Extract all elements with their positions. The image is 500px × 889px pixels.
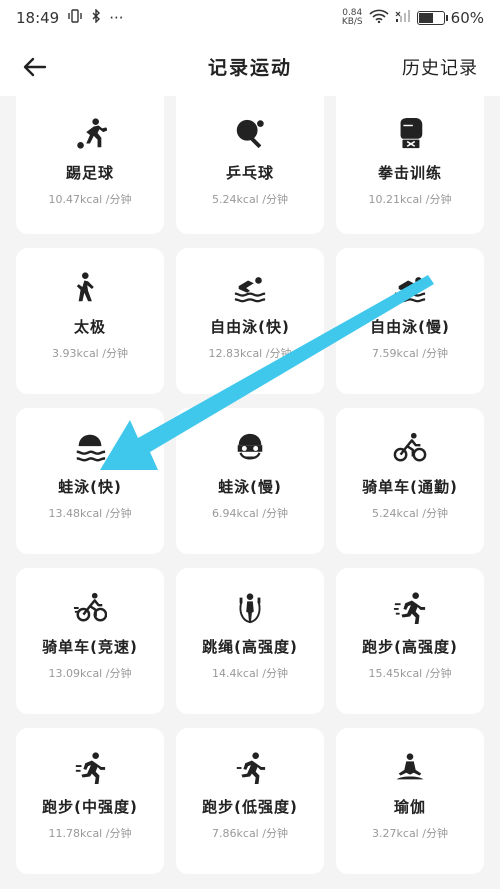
boxing-glove-icon [392,116,428,152]
activity-card[interactable]: 自由泳(快) 12.83kcal /分钟 [176,248,324,394]
activity-name: 乒乓球 [225,164,274,182]
activity-card[interactable]: 跑步(高强度) 15.45kcal /分钟 [336,568,484,714]
status-bar: 18:49 ··· 0.84 KB/S 60% [0,0,500,36]
battery-icon [416,11,448,25]
wifi-icon [369,9,389,27]
activity-card[interactable]: 拳击训练 10.21kcal /分钟 [336,96,484,234]
activity-card[interactable]: 骑单车(通勤) 5.24kcal /分钟 [336,408,484,554]
activity-kcal-rate: 7.86kcal /分钟 [212,827,288,840]
activity-kcal-rate: 13.09kcal /分钟 [48,667,132,680]
activity-name: 蛙泳(慢) [218,478,282,496]
activity-name: 自由泳(快) [210,318,290,336]
activity-kcal-rate: 15.45kcal /分钟 [368,667,452,680]
breaststroke-icon [72,430,108,466]
back-button[interactable] [18,50,52,84]
cycling-icon [392,430,428,466]
yoga-icon [392,750,428,786]
bluetooth-icon [91,8,101,27]
activity-name: 骑单车(竞速) [42,638,138,656]
activity-kcal-rate: 10.21kcal /分钟 [368,193,452,206]
activity-kcal-rate: 5.24kcal /分钟 [212,193,288,206]
activity-name: 跑步(高强度) [362,638,458,656]
activity-kcal-rate: 3.93kcal /分钟 [52,347,128,360]
activity-name: 自由泳(慢) [370,318,450,336]
activity-card[interactable]: 跑步(低强度) 7.86kcal /分钟 [176,728,324,874]
activity-kcal-rate: 7.59kcal /分钟 [372,347,448,360]
freestyle-swim-icon [392,270,428,306]
activity-card[interactable]: 骑单车(竞速) 13.09kcal /分钟 [16,568,164,714]
back-arrow-icon [23,57,47,77]
soccer-icon [72,116,108,152]
activity-name: 踢足球 [65,164,114,182]
activity-kcal-rate: 13.48kcal /分钟 [48,507,132,520]
activity-card[interactable]: 跳绳(高强度) 14.4kcal /分钟 [176,568,324,714]
freestyle-swim-icon [232,270,268,306]
jump-rope-icon [232,590,268,626]
fast-cycling-icon [72,590,108,626]
activity-name: 跳绳(高强度) [202,638,298,656]
activity-kcal-rate: 5.24kcal /分钟 [372,507,448,520]
activity-name: 蛙泳(快) [58,478,122,496]
activity-card[interactable]: 跑步(中强度) 11.78kcal /分钟 [16,728,164,874]
tai-chi-icon [72,270,108,306]
activity-kcal-rate: 12.83kcal /分钟 [208,347,292,360]
activity-card[interactable]: 蛙泳(慢) 6.94kcal /分钟 [176,408,324,554]
activity-card[interactable]: 踢足球 10.47kcal /分钟 [16,96,164,234]
header: 记录运动 历史记录 [0,36,500,96]
battery-fill [418,13,433,23]
activity-name: 跑步(低强度) [202,798,298,816]
status-time: 18:49 [16,9,60,27]
activity-name: 瑜伽 [393,798,426,816]
activity-name: 太极 [73,318,106,336]
activity-kcal-rate: 6.94kcal /分钟 [212,507,288,520]
running-medium-icon [72,750,108,786]
activity-grid: 踢足球 10.47kcal /分钟 乒乓球 5.24kcal /分钟 拳击训练 10.21… [16,96,486,874]
activity-kcal-rate: 11.78kcal /分钟 [48,827,132,840]
vibrate-icon [67,9,83,27]
battery-percent: 60% [450,9,484,27]
status-right: 0.84 KB/S 60% [342,9,484,28]
running-slow-icon [232,750,268,786]
activity-name: 跑步(中强度) [42,798,138,816]
network-speed: 0.84 KB/S [342,9,363,27]
status-dots: ··· [109,9,124,27]
activity-card[interactable]: 乒乓球 5.24kcal /分钟 [176,96,324,234]
activity-name: 拳击训练 [377,164,442,182]
activity-card[interactable]: 瑜伽 3.27kcal /分钟 [336,728,484,874]
status-left: 18:49 ··· [16,8,124,27]
ping-pong-icon [232,116,268,152]
activity-card[interactable]: 太极 3.93kcal /分钟 [16,248,164,394]
signal-icon [395,9,411,27]
activity-card[interactable]: 蛙泳(快) 13.48kcal /分钟 [16,408,164,554]
activity-kcal-rate: 14.4kcal /分钟 [212,667,288,680]
activity-name: 骑单车(通勤) [362,478,458,496]
network-speed-unit: KB/S [341,17,363,27]
activity-kcal-rate: 10.47kcal /分钟 [48,193,132,206]
history-button[interactable]: 历史记录 [402,54,478,80]
swim-goggles-icon [232,430,268,466]
activity-kcal-rate: 3.27kcal /分钟 [372,827,448,840]
activity-card[interactable]: 自由泳(慢) 7.59kcal /分钟 [336,248,484,394]
page-title: 记录运动 [207,56,292,79]
running-fast-icon [392,590,428,626]
